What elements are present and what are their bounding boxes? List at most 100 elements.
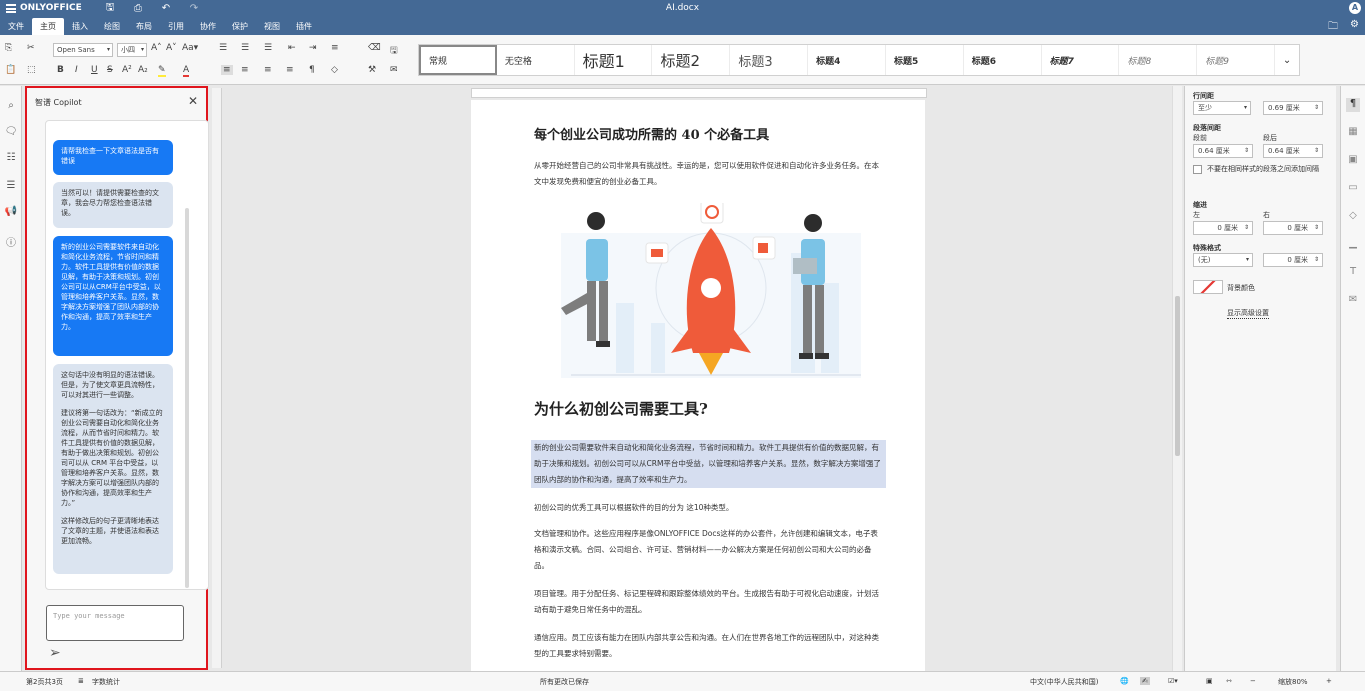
advanced-settings-link[interactable]: 显示高级设置 (1227, 308, 1269, 319)
comments-icon[interactable]: 🗨 (4, 126, 18, 140)
decrease-font-icon[interactable]: A˅ (166, 43, 177, 53)
spacing-before-input[interactable]: 0.64 厘米 ⇕ (1193, 144, 1253, 158)
tab-draw[interactable]: 绘图 (96, 18, 128, 35)
paragraph-marks-icon[interactable]: ¶ (309, 65, 315, 75)
paste-icon[interactable]: 📋 (5, 65, 16, 75)
bullet-list-icon[interactable]: ☰ (219, 43, 227, 53)
close-icon[interactable]: ✕ (188, 94, 198, 108)
superscript-icon[interactable]: A² (122, 65, 132, 75)
line-spacing-value-input[interactable]: 0.69 厘米 ⇕ (1263, 101, 1323, 115)
settings-gear-icon[interactable]: ⚙ (1350, 19, 1359, 36)
align-left-icon[interactable]: ≡ (221, 65, 233, 75)
indent-left-input[interactable]: 0 厘米 ⇕ (1193, 221, 1253, 235)
style-heading-3[interactable]: 标题3 (730, 45, 809, 75)
fit-page-icon[interactable]: ▣ (1206, 677, 1213, 685)
align-right-icon[interactable]: ≡ (264, 65, 272, 75)
tab-references[interactable]: 引用 (160, 18, 192, 35)
style-heading-4[interactable]: 标题4 (808, 45, 886, 75)
font-name-select[interactable]: Open Sans ▾ (53, 43, 113, 57)
no-space-checkbox[interactable] (1193, 165, 1202, 174)
bold-icon[interactable]: B (57, 65, 64, 75)
header-footer-icon[interactable]: ▭ (1346, 182, 1360, 196)
line-spacing-icon[interactable]: ≡ (331, 43, 339, 53)
multilevel-list-icon[interactable]: ☰ (264, 43, 272, 53)
increase-indent-icon[interactable]: ⇥ (309, 43, 317, 53)
page-info[interactable]: 第2页共3页 (26, 677, 63, 687)
text-art-icon[interactable]: T (1346, 266, 1360, 280)
message-input[interactable]: Type your message (46, 605, 184, 641)
increase-font-icon[interactable]: A˄ (151, 43, 162, 53)
style-heading-8[interactable]: 标题8 (1119, 45, 1198, 75)
paragraph-settings-icon[interactable]: ¶ (1346, 98, 1360, 112)
feedback-icon[interactable]: 📢 (4, 206, 18, 220)
tab-plugins[interactable]: 插件 (288, 18, 320, 35)
decrease-indent-icon[interactable]: ⇤ (288, 43, 296, 53)
chat-scrollbar[interactable] (185, 208, 189, 588)
shading-icon[interactable]: ◇ (331, 65, 338, 75)
table-settings-icon[interactable]: ▦ (1346, 126, 1360, 140)
style-heading-9[interactable]: 标题9 (1197, 45, 1276, 75)
indent-right-input[interactable]: 0 厘米 ⇕ (1263, 221, 1323, 235)
numbered-list-icon[interactable]: ☰ (241, 43, 249, 53)
review-icon[interactable]: ☑▾ (1168, 677, 1178, 685)
spellcheck-globe-icon[interactable]: 🌐 (1120, 677, 1129, 685)
style-heading-2[interactable]: 标题2 (652, 45, 731, 75)
track-changes-icon[interactable]: ✍ (1140, 677, 1150, 685)
strikethrough-icon[interactable]: S (107, 65, 113, 75)
search-icon[interactable]: ⌕ (4, 100, 18, 114)
align-center-icon[interactable]: ≡ (241, 65, 249, 75)
font-size-select[interactable]: 小四 ▾ (117, 43, 147, 57)
scrollbar-thumb[interactable] (1175, 296, 1180, 456)
horizontal-ruler[interactable] (471, 88, 927, 98)
underline-icon[interactable]: U (91, 65, 98, 75)
tab-home[interactable]: 主页 (32, 18, 64, 35)
shape-settings-icon[interactable]: ◇ (1346, 210, 1360, 224)
print-icon[interactable]: ⎙ (128, 3, 148, 14)
styles-expand-chevron-icon[interactable]: ⌄ (1275, 45, 1299, 75)
about-info-icon[interactable]: ⓘ (4, 234, 18, 249)
mail-merge-icon[interactable]: ✉ (1346, 294, 1360, 308)
style-heading-7[interactable]: 标题7 (1042, 45, 1120, 75)
image-settings-icon[interactable]: ▣ (1346, 154, 1360, 168)
change-case-icon[interactable]: Aa▾ (182, 43, 198, 53)
style-normal[interactable]: 常规 (419, 45, 497, 75)
style-heading-6[interactable]: 标题6 (964, 45, 1042, 75)
navigation-icon[interactable]: ☰ (4, 180, 18, 194)
style-heading-1[interactable]: 标题1 (575, 45, 653, 75)
zoom-in-icon[interactable]: + (1326, 677, 1332, 685)
zoom-out-icon[interactable]: − (1250, 677, 1256, 685)
fit-width-icon[interactable]: ⇿ (1226, 677, 1232, 685)
clear-style-icon[interactable]: ⌫ (368, 43, 381, 53)
mail-merge-icon[interactable]: ✉ (390, 65, 398, 75)
highlight-color-icon[interactable]: ✎ (158, 65, 166, 77)
document-scrollbar[interactable] (1172, 86, 1182, 671)
copy-icon[interactable]: ⎘ (5, 43, 12, 53)
subscript-icon[interactable]: A₂ (138, 65, 148, 75)
language-select[interactable]: 中文(中华人民共和国) (1030, 677, 1098, 687)
tab-view[interactable]: 视图 (256, 18, 288, 35)
justify-icon[interactable]: ≡ (286, 65, 294, 75)
send-icon[interactable]: ➢ (49, 645, 61, 661)
undo-icon[interactable]: ↶ (156, 3, 176, 14)
italic-icon[interactable]: I (75, 65, 78, 75)
chat-icon[interactable]: ☷ (4, 152, 18, 166)
special-format-select[interactable]: (无) ▾ (1193, 253, 1253, 267)
font-color-icon[interactable]: A (183, 65, 190, 77)
word-count-button[interactable]: 字数统计 (92, 677, 120, 687)
redo-icon[interactable]: ↷ (184, 3, 204, 14)
select-all-icon[interactable]: ⬚ (27, 65, 36, 75)
chart-settings-icon[interactable]: ▁ (1346, 238, 1360, 252)
tab-insert[interactable]: 插入 (64, 18, 96, 35)
tab-protection[interactable]: 保护 (224, 18, 256, 35)
open-location-icon[interactable]: 🗀 (1328, 19, 1338, 36)
line-spacing-mode-select[interactable]: 至少 ▾ (1193, 101, 1251, 115)
spacing-after-input[interactable]: 0.64 厘米 ⇕ (1263, 144, 1323, 158)
cut-icon[interactable]: ✂ (27, 43, 35, 53)
tab-file[interactable]: 文件 (0, 18, 32, 35)
save-icon[interactable]: 🖫 (100, 0, 120, 17)
special-format-amount-input[interactable]: 0 厘米 ⇕ (1263, 253, 1323, 267)
style-no-spacing[interactable]: 无空格 (497, 45, 575, 75)
format-painter-icon[interactable]: ⚒ (368, 65, 376, 75)
tab-layout[interactable]: 布局 (128, 18, 160, 35)
style-heading-5[interactable]: 标题5 (886, 45, 964, 75)
